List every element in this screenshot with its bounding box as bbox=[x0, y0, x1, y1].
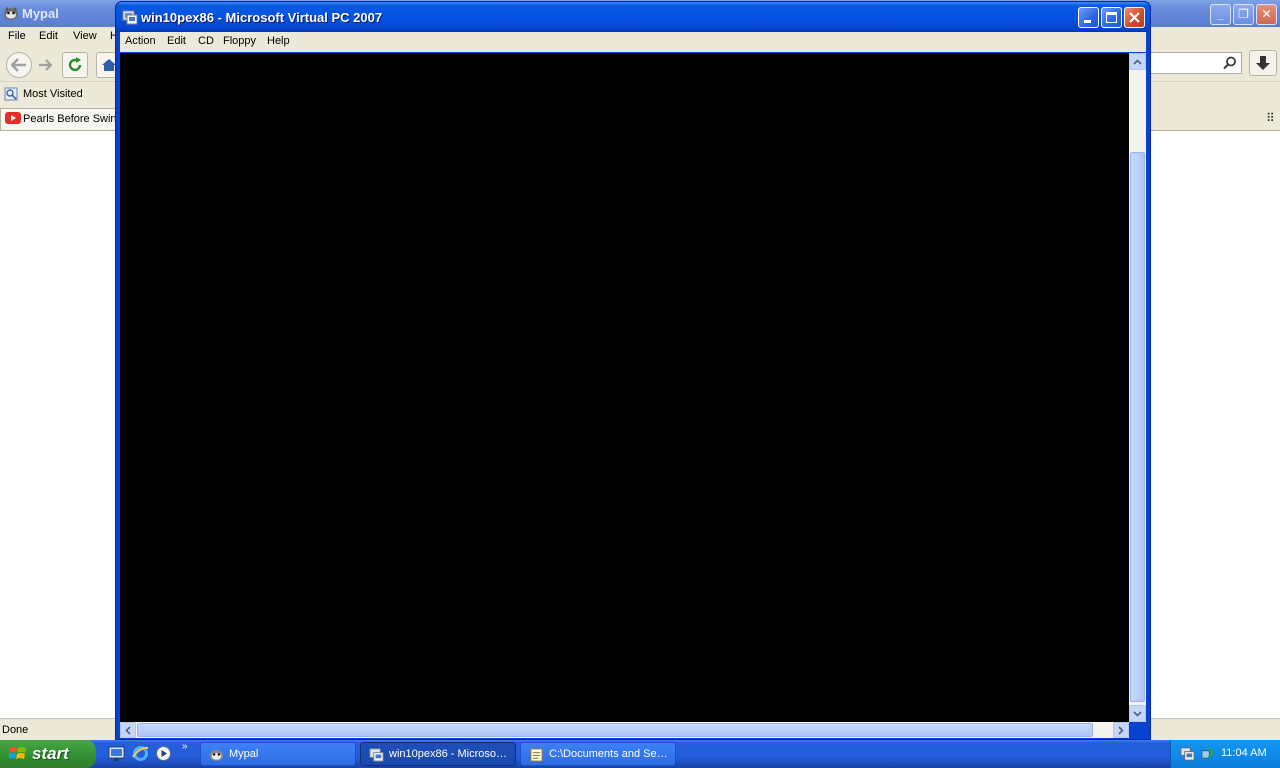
chevron-right-icon bbox=[1118, 725, 1124, 735]
minimize-button[interactable]: _ bbox=[1210, 4, 1231, 25]
vpc-menubar: Action Edit CD Floppy Help bbox=[120, 32, 1146, 52]
back-button[interactable] bbox=[6, 52, 32, 78]
close-icon bbox=[1129, 12, 1140, 23]
restore-button[interactable]: ❐ bbox=[1233, 4, 1254, 25]
menu-edit[interactable]: Edit bbox=[39, 30, 58, 42]
forward-button[interactable] bbox=[32, 52, 58, 78]
vpc-window-title: win10pex86 - Microsoft Virtual PC 2007 bbox=[141, 10, 383, 25]
vertical-scrollbar[interactable] bbox=[1129, 53, 1146, 722]
quick-launch-chevron-icon[interactable]: » bbox=[182, 741, 188, 752]
chevron-up-icon bbox=[1133, 58, 1142, 65]
minimize-icon bbox=[1084, 20, 1091, 23]
vpc-maximize-button[interactable] bbox=[1101, 7, 1122, 28]
horizontal-scrollbar[interactable] bbox=[120, 722, 1129, 738]
menu-file[interactable]: File bbox=[8, 30, 26, 42]
taskbar-button-virtual-pc[interactable]: win10pex86 - Microso… bbox=[360, 742, 516, 766]
maximize-icon bbox=[1106, 12, 1117, 23]
virtual-pc-icon bbox=[369, 748, 384, 762]
vpc-titlebar[interactable]: win10pex86 - Microsoft Virtual PC 2007 bbox=[116, 2, 1150, 32]
taskbar-button-explorer[interactable]: C:\Documents and Se… bbox=[520, 742, 676, 766]
notepad-icon bbox=[530, 748, 543, 762]
taskbar: start » Mypal win10pex86 - Microso… C:\D… bbox=[0, 740, 1280, 768]
scroll-right-button[interactable] bbox=[1113, 722, 1129, 738]
vpc-minimize-button[interactable] bbox=[1078, 7, 1099, 28]
scroll-left-button[interactable] bbox=[120, 722, 136, 738]
tab-list-icon[interactable]: ⠿ bbox=[1266, 111, 1275, 125]
reload-icon bbox=[68, 57, 82, 72]
virtual-pc-tray-icon[interactable] bbox=[1180, 746, 1195, 761]
forward-arrow-icon bbox=[39, 59, 52, 71]
downloads-button[interactable] bbox=[1249, 50, 1277, 76]
menu-view[interactable]: View bbox=[73, 30, 97, 42]
menu-action[interactable]: Action bbox=[125, 35, 156, 47]
status-text: Done bbox=[2, 724, 29, 736]
close-button[interactable]: ✕ bbox=[1256, 4, 1277, 25]
back-arrow-icon bbox=[11, 58, 26, 72]
mypal-raccoon-icon bbox=[4, 7, 18, 20]
chevron-left-icon bbox=[125, 725, 131, 735]
start-label: start bbox=[32, 744, 69, 763]
taskbar-button-mypal[interactable]: Mypal bbox=[200, 742, 356, 766]
download-arrow-icon bbox=[1256, 56, 1270, 70]
menu-edit[interactable]: Edit bbox=[167, 35, 186, 47]
youtube-icon bbox=[5, 112, 21, 124]
system-tray: 11:04 AM bbox=[1170, 740, 1280, 768]
internet-explorer-icon[interactable] bbox=[132, 745, 149, 762]
vertical-scroll-thumb[interactable] bbox=[1130, 152, 1145, 702]
menu-cd[interactable]: CD bbox=[198, 35, 214, 47]
horizontal-scroll-thumb[interactable] bbox=[137, 723, 1093, 737]
tab-title: Pearls Before Swine bbox=[23, 113, 123, 125]
mypal-window-title: Mypal bbox=[22, 6, 59, 21]
menu-floppy[interactable]: Floppy bbox=[223, 35, 256, 47]
virtual-pc-window: win10pex86 - Microsoft Virtual PC 2007 A… bbox=[115, 1, 1151, 740]
task-label-explorer: C:\Documents and Se… bbox=[549, 748, 668, 760]
browser-tab[interactable]: Pearls Before Swine bbox=[0, 108, 123, 130]
search-icon bbox=[1223, 56, 1236, 70]
virtual-pc-icon bbox=[122, 10, 138, 25]
windows-logo-icon bbox=[9, 747, 26, 759]
virtual-machine-screen[interactable] bbox=[120, 53, 1129, 722]
show-desktop-icon[interactable] bbox=[108, 745, 125, 762]
scroll-up-button[interactable] bbox=[1129, 53, 1146, 70]
most-visited-bookmark[interactable]: Most Visited bbox=[23, 88, 83, 100]
media-player-icon[interactable] bbox=[155, 745, 172, 762]
most-visited-icon bbox=[4, 87, 18, 101]
mypal-icon bbox=[209, 749, 224, 762]
task-label-virtual-pc: win10pex86 - Microso… bbox=[389, 748, 507, 760]
vpc-close-button[interactable] bbox=[1124, 7, 1145, 28]
search-input[interactable] bbox=[1148, 52, 1242, 74]
chevron-down-icon bbox=[1133, 710, 1142, 717]
menu-help[interactable]: Help bbox=[267, 35, 290, 47]
safely-remove-hardware-icon[interactable] bbox=[1200, 746, 1215, 761]
scroll-down-button[interactable] bbox=[1129, 705, 1146, 722]
task-label-mypal: Mypal bbox=[229, 748, 259, 760]
clock[interactable]: 11:04 AM bbox=[1221, 747, 1267, 759]
reload-button[interactable] bbox=[62, 52, 88, 78]
start-button[interactable]: start bbox=[0, 740, 96, 768]
